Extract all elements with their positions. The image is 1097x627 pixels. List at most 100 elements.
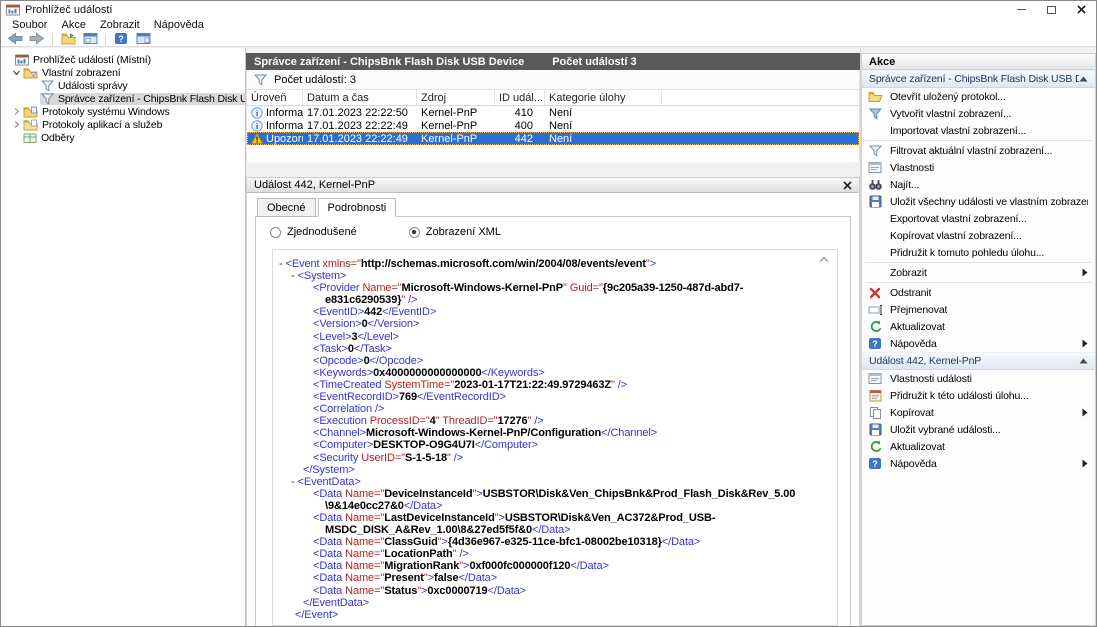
app-icon — [6, 4, 20, 16]
refresh-icon — [867, 440, 883, 453]
collapse-arrow-icon — [1079, 76, 1088, 82]
detail-close-button[interactable] — [843, 181, 852, 190]
expander-closed-icon[interactable] — [11, 107, 22, 116]
action-ulozit-vsechny-udalosti-ve-vlastnim-zobrazeni-jako[interactable]: Uložit všechny události ve vlastním zobr… — [862, 193, 1095, 210]
actions-panel: Akce Správce zařízení - ChipsBnk Flash D… — [860, 48, 1096, 626]
event-row-442[interactable]: Upozornění17.01.2023 22:22:49Kernel-PnP4… — [247, 132, 859, 145]
close-button[interactable] — [1066, 1, 1096, 18]
info-icon: i — [251, 107, 263, 119]
help-button[interactable]: ? — [111, 31, 131, 46]
cell-category: Není — [545, 107, 662, 119]
svg-text:?: ? — [118, 34, 124, 44]
console-tree-panel: Prohlížeč událostí (Místní)Vlastní zobra… — [1, 48, 246, 626]
tree-item-spravce-zarizeni-chipsbnk-flash-disk-usb-device[interactable]: Správce zařízení - ChipsBnk Flash Disk U… — [1, 92, 245, 105]
center-panel: Správce zařízení - ChipsBnk Flash Disk U… — [246, 48, 860, 626]
xml-line: <Data Name="LocationPath" /> — [273, 548, 837, 560]
menu-soubor[interactable]: Soubor — [5, 19, 54, 31]
tree-item-protokoly-systemu-windows[interactable]: Protokoly systému Windows — [1, 105, 245, 118]
show-console-tree-folder-button[interactable] — [58, 31, 78, 46]
tree-item-content: Vlastní zobrazení — [22, 67, 124, 79]
action-zobrazit[interactable]: Zobrazit — [862, 264, 1095, 281]
action-napoveda[interactable]: ?Nápověda — [862, 455, 1095, 472]
actions-list: Správce zařízení - ChipsBnk Flash Disk U… — [861, 70, 1096, 626]
minimize-button[interactable] — [1006, 1, 1036, 18]
back-arrow-button[interactable] — [5, 31, 25, 46]
tab-obecne[interactable]: Obecné — [257, 198, 316, 217]
console-window-button[interactable] — [80, 31, 100, 46]
action-odstranit[interactable]: Odstranit — [862, 284, 1095, 301]
action-pridruzit-k-tomuto-pohledu-ulohu[interactable]: Přidružit k tomuto pohledu úlohu... — [862, 244, 1095, 261]
action-section-udalost-442-kernel-pnp[interactable]: Událost 442, Kernel-PnP — [862, 352, 1095, 370]
cell-source: Kernel-PnP — [417, 133, 495, 145]
column-header-zdroj[interactable]: Zdroj — [417, 90, 495, 105]
xml-line: <Provider Name="Microsoft-Windows-Kernel… — [273, 282, 837, 294]
column-header-id-udal[interactable]: ID udál... — [495, 90, 545, 105]
xml-line: - <Event xmlns="http://schemas.microsoft… — [273, 258, 837, 270]
cell-datetime: 17.01.2023 22:22:49 — [303, 120, 417, 132]
action-importovat-vlastni-zobrazeni[interactable]: Importovat vlastní zobrazení... — [862, 122, 1095, 139]
expander-open-icon[interactable] — [11, 68, 22, 77]
column-header-datum-a-cas[interactable]: Datum a čas — [303, 90, 417, 105]
radio-zobrazeni-xml[interactable]: Zobrazení XML — [409, 226, 501, 238]
menubar: SouborAkceZobrazitNápověda — [1, 18, 1096, 31]
cell-source: Kernel-PnP — [417, 107, 495, 119]
tree-item-udalosti-spravy[interactable]: Události správy — [1, 79, 245, 92]
action-label: Vlastnosti události — [890, 373, 972, 385]
xml-line: e831c6290539}" /> — [273, 294, 837, 306]
open-folder-icon — [867, 90, 883, 103]
detail-tabstrip: ObecnéPodrobnosti — [247, 193, 859, 217]
xml-line: <Data Name="DeviceInstanceId">USBSTOR\Di… — [273, 488, 837, 500]
action-najit[interactable]: Najít... — [862, 176, 1095, 193]
event-row-400[interactable]: iInformace17.01.2023 22:22:49Kernel-PnP4… — [247, 119, 859, 132]
action-exportovat-vlastni-zobrazeni[interactable]: Exportovat vlastní zobrazení... — [862, 210, 1095, 227]
action-otevrit-ulozeny-protokol[interactable]: Otevřít uložený protokol... — [862, 88, 1095, 105]
action-pridruzit-k-teto-udalosti-ulohu[interactable]: Přidružit k této události úlohu... — [862, 387, 1095, 404]
tree-item-odbery[interactable]: Odběry — [1, 131, 245, 144]
tree-item-prohlizec-udalosti-mistni[interactable]: Prohlížeč událostí (Místní) — [1, 53, 245, 66]
action-label: Odstranit — [890, 287, 931, 299]
expander-closed-icon[interactable] — [11, 120, 22, 129]
cell-datetime: 17.01.2023 22:22:50 — [303, 107, 417, 119]
tree-item-vlastni-zobrazeni[interactable]: Vlastní zobrazení — [1, 66, 245, 79]
menu-napoveda[interactable]: Nápověda — [147, 19, 211, 31]
action-vytvorit-vlastni-zobrazeni[interactable]: Vytvořit vlastní zobrazení... — [862, 105, 1095, 122]
action-aktualizovat[interactable]: Aktualizovat — [862, 438, 1095, 455]
svg-text:?: ? — [872, 459, 878, 469]
menu-zobrazit[interactable]: Zobrazit — [93, 19, 147, 31]
horizontal-splitter[interactable] — [246, 162, 860, 177]
folder-views-icon — [23, 67, 38, 79]
xml-line: <Security UserID="S-1-5-18" /> — [273, 452, 837, 464]
xml-line: <Opcode>0</Opcode> — [273, 355, 837, 367]
menu-akce[interactable]: Akce — [54, 19, 92, 31]
properties-icon — [867, 372, 883, 385]
action-section-title: Událost 442, Kernel-PnP — [869, 355, 1079, 367]
column-header-uroven[interactable]: Úroveň — [247, 90, 303, 105]
action-kopirovat-vlastni-zobrazeni[interactable]: Kopírovat vlastní zobrazení... — [862, 227, 1095, 244]
xml-line: <Data Name="Present">false</Data> — [273, 572, 837, 584]
forward-arrow-button[interactable] — [27, 31, 47, 46]
tab-podrobnosti[interactable]: Podrobnosti — [318, 198, 397, 217]
xml-line: <Data Name="MigrationRank">0xf000fc00000… — [273, 560, 837, 572]
column-header-kategorie-ulohy[interactable]: Kategorie úlohy — [545, 90, 662, 105]
copy-icon — [867, 406, 883, 419]
action-section-spravce-zarizeni-chipsbnk-flash-disk-usb-device[interactable]: Správce zařízení - ChipsBnk Flash Disk U… — [862, 70, 1095, 88]
xml-line: <Execution ProcessID="4" ThreadID="17276… — [273, 415, 837, 427]
action-kopirovat[interactable]: Kopírovat — [862, 404, 1095, 421]
table-header: ÚroveňDatum a časZdrojID udál...Kategori… — [247, 90, 859, 106]
action-vlastnosti-udalosti[interactable]: Vlastnosti události — [862, 370, 1095, 387]
xml-view-box[interactable]: - <Event xmlns="http://schemas.microsoft… — [272, 249, 838, 626]
tree-item-protokoly-aplikaci-a-sluzeb[interactable]: Protokoly aplikací a služeb — [1, 118, 245, 131]
maximize-button[interactable] — [1036, 1, 1066, 18]
tree-item-label: Protokoly aplikací a služeb — [42, 119, 162, 131]
action-napoveda[interactable]: ?Nápověda — [862, 335, 1095, 352]
action-aktualizovat[interactable]: Aktualizovat — [862, 318, 1095, 335]
action-filtrovat-aktualni-vlastni-zobrazeni[interactable]: Filtrovat aktuální vlastní zobrazení... — [862, 142, 1095, 159]
chevron-up-icon[interactable] — [818, 254, 830, 266]
action-prejmenovat[interactable]: Přejmenovat — [862, 301, 1095, 318]
radio-label: Zobrazení XML — [426, 226, 501, 238]
action-vlastnosti[interactable]: Vlastnosti — [862, 159, 1095, 176]
event-row-410[interactable]: iInformace17.01.2023 22:22:50Kernel-PnP4… — [247, 106, 859, 119]
action-ulozit-vybrane-udalosti[interactable]: Uložit vybrané události... — [862, 421, 1095, 438]
radio-zjednodusene[interactable]: Zjednodušené — [270, 226, 357, 238]
action-pane-button[interactable] — [133, 31, 153, 46]
